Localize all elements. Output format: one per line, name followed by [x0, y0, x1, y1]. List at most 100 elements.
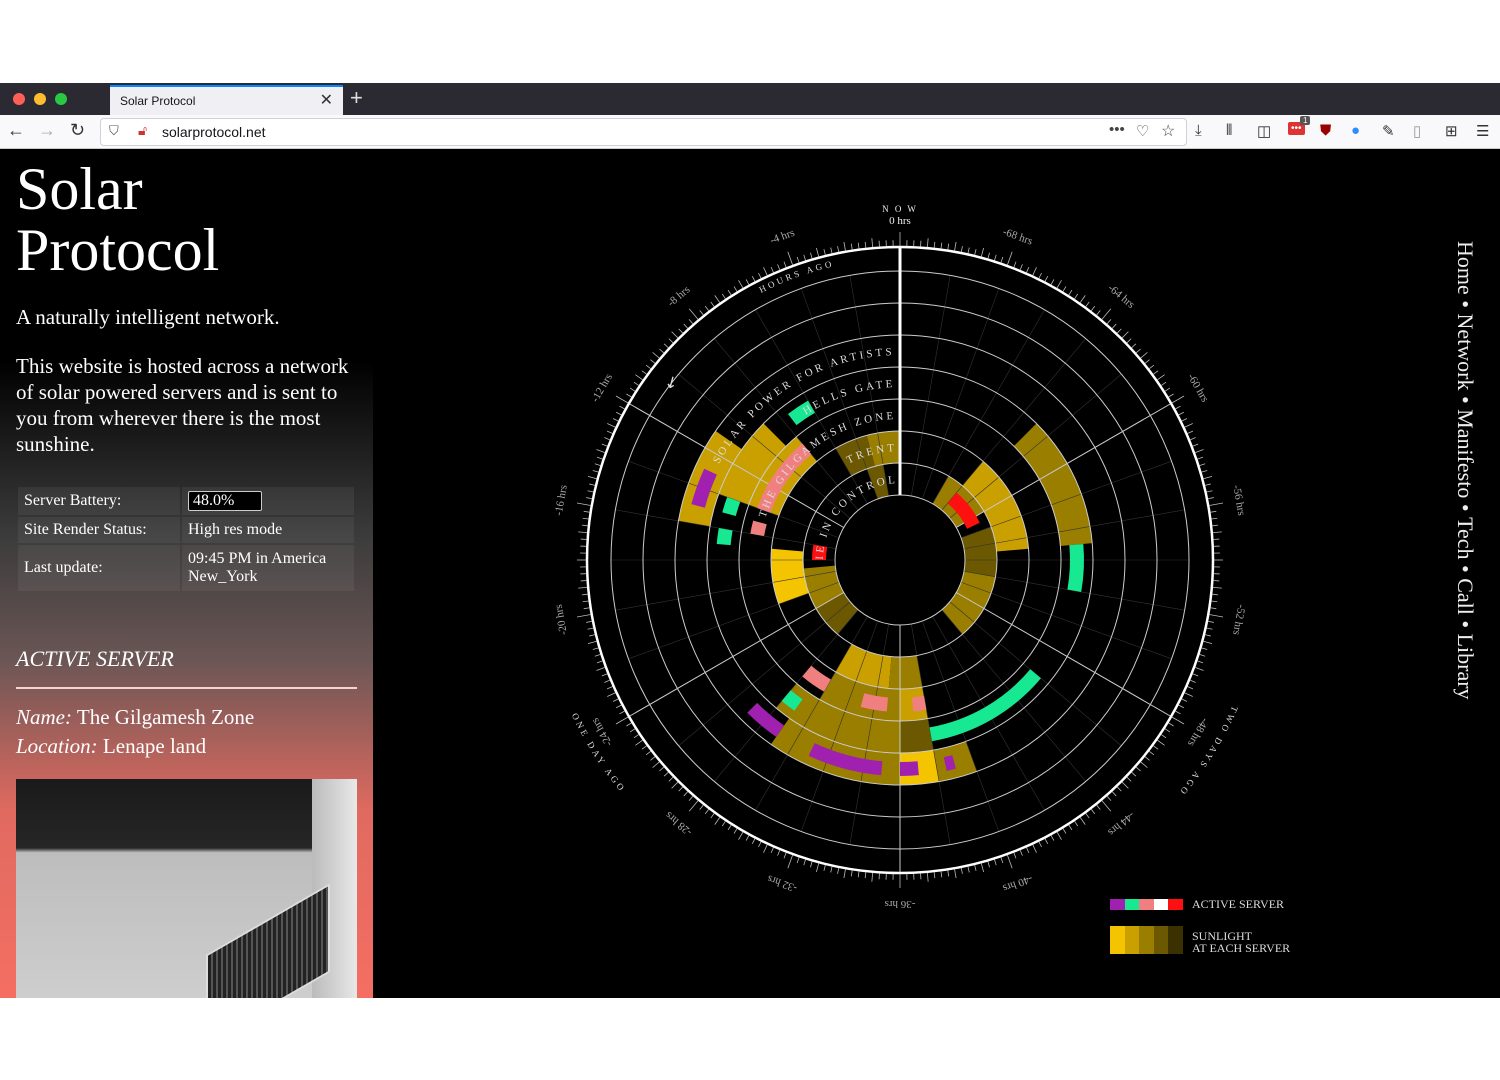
active-server-heading: ACTIVE SERVER	[16, 646, 174, 671]
url-bar[interactable]: ⛉ 🔓︎ solarprotocol.net ••• ♡ ☆	[100, 118, 1187, 146]
nav-separator: •	[1453, 395, 1478, 404]
tick-mark	[830, 247, 833, 254]
legend-swatch	[1124, 926, 1140, 954]
new-tab-icon[interactable]: +	[350, 85, 363, 111]
now-hours-label: 0 hrs	[889, 215, 911, 227]
pin-icon[interactable]: ✎	[1382, 122, 1395, 140]
tick-mark	[601, 673, 608, 677]
tick-label: -36 hrs	[885, 898, 916, 910]
tick-mark	[641, 745, 648, 750]
tick-mark	[733, 286, 738, 292]
stat-label: Site Render Status:	[18, 517, 180, 543]
legend-sunlight-label: SUNLIGHT AT EACH SERVER	[1192, 930, 1290, 954]
tick-mark	[770, 847, 774, 854]
tick-mark	[607, 692, 616, 697]
tick-mark	[635, 374, 644, 381]
page-title: Solar Protocol	[16, 159, 219, 281]
tick-mark	[1056, 280, 1062, 289]
nav-home[interactable]: Home	[1453, 241, 1478, 295]
tick-mark	[1106, 319, 1112, 325]
download-icon[interactable]: ⤓	[1195, 122, 1202, 139]
tick-mark	[1000, 256, 1004, 263]
library-icon[interactable]: ⫴	[1226, 122, 1232, 139]
menu-icon[interactable]: ☰	[1476, 122, 1489, 140]
tick-mark	[615, 411, 622, 416]
shield-icon[interactable]: ⛉	[109, 123, 119, 139]
tick-mark	[1032, 267, 1037, 276]
solar-dial-chart: -4 hrs-8 hrs-12 hrs-16 hrs-20 hrs-24 hrs…	[373, 149, 1247, 910]
tick-mark	[864, 241, 867, 248]
stat-label: Last update:	[18, 545, 180, 591]
url-text[interactable]: solarprotocol.net	[162, 124, 266, 140]
gift-icon[interactable]: ⊞	[1445, 122, 1458, 140]
tick-mark	[1140, 352, 1148, 359]
reload-icon[interactable]: ↻	[70, 120, 85, 141]
maximize-window-button[interactable]	[55, 93, 67, 105]
nav-call[interactable]: Call	[1453, 578, 1478, 615]
direction-arrow-icon: ↙	[662, 372, 682, 393]
sidebar-icon[interactable]: ◫	[1257, 122, 1271, 140]
tick-mark	[683, 323, 689, 329]
tick-mark	[751, 275, 756, 282]
tick-mark	[581, 524, 588, 527]
name-label: Name:	[16, 705, 72, 729]
tick-mark	[1207, 497, 1214, 500]
nav-tech[interactable]: Tech	[1453, 517, 1478, 559]
tick-mark	[1187, 686, 1194, 690]
tick-mark	[1212, 586, 1222, 589]
ublock-icon[interactable]: ⛊	[1320, 122, 1331, 139]
tick-mark	[1079, 816, 1086, 825]
tick-mark	[633, 734, 640, 739]
tick-mark	[629, 387, 636, 392]
nav-network[interactable]: Network	[1453, 313, 1478, 390]
tick-mark	[659, 766, 665, 772]
tick-mark	[1111, 323, 1117, 329]
tick-mark	[823, 249, 826, 256]
tick-mark	[1212, 524, 1219, 527]
close-tab-icon[interactable]: ✕	[320, 90, 333, 110]
tick-mark	[1178, 411, 1185, 416]
tick-mark	[830, 866, 833, 873]
tick-mark	[699, 310, 704, 316]
stat-label: Server Battery:	[18, 487, 180, 515]
pocket-icon[interactable]: ♡	[1136, 122, 1149, 140]
tick-mark	[1074, 820, 1079, 827]
zoom-icon[interactable]: ●	[1351, 122, 1360, 139]
close-window-button[interactable]	[13, 93, 25, 105]
forward-icon[interactable]: →	[38, 120, 56, 141]
tick-mark	[783, 261, 787, 268]
tick-mark	[1207, 620, 1214, 623]
tab-solar-protocol[interactable]: Solar Protocol ✕	[110, 85, 343, 115]
tick-label: -8 hrs	[665, 284, 692, 309]
back-icon[interactable]: ←	[7, 120, 25, 141]
legend-active: ACTIVE SERVER	[1110, 897, 1310, 913]
nav-manifesto[interactable]: Manifesto	[1453, 409, 1478, 498]
more-icon[interactable]: •••	[1109, 121, 1125, 138]
tick-mark	[1192, 673, 1199, 677]
tick-mark	[994, 859, 997, 866]
server-stats-table: Server Battery: 48.0% Site Render Status…	[16, 485, 356, 593]
tick-mark	[1148, 750, 1155, 756]
title-line-2: Protocol	[16, 217, 220, 283]
table-row: Last update: 09:45 PM in America New_Yor…	[18, 545, 354, 591]
tick-mark	[727, 289, 732, 296]
tick-mark	[596, 449, 606, 453]
tick-mark	[783, 852, 787, 859]
chart-area: -4 hrs -8 hrs -12 hrs -16 hrs -20 hrs -24 hrs…	[373, 149, 1500, 998]
minimize-window-button[interactable]	[34, 93, 46, 105]
tick-mark	[663, 343, 669, 349]
tick-mark	[587, 476, 597, 480]
tick-mark	[1181, 418, 1188, 422]
reader-icon[interactable]: ▯	[1413, 122, 1421, 140]
vertical-nav: Home • Network • Manifesto • Tech • Call…	[1452, 241, 1478, 700]
tick-mark	[1000, 857, 1004, 864]
bookmark-star-icon[interactable]: ☆	[1161, 121, 1175, 141]
tick-mark	[1210, 510, 1217, 513]
nav-library[interactable]: Library	[1453, 634, 1478, 700]
tick-mark	[1156, 374, 1165, 381]
tick-mark	[604, 437, 611, 441]
nav-separator: •	[1453, 300, 1478, 308]
tick-mark	[1079, 295, 1086, 304]
tick-mark	[1126, 338, 1132, 344]
insecure-lock-icon[interactable]: 🔓︎	[138, 122, 147, 139]
